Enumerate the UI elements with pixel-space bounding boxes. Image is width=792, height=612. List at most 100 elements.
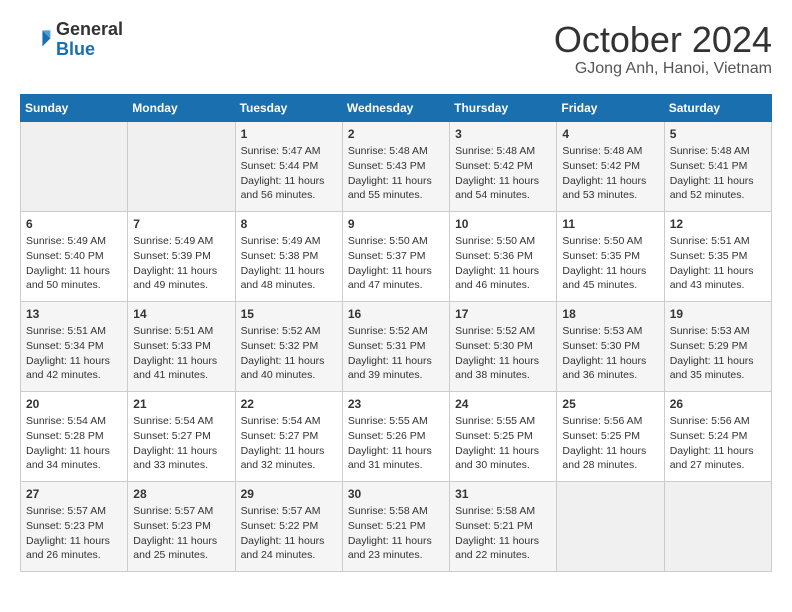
day-info: Sunrise: 5:52 AM Sunset: 5:30 PM Dayligh…: [455, 324, 551, 383]
day-number: 4: [562, 126, 658, 143]
day-info: Sunrise: 5:47 AM Sunset: 5:44 PM Dayligh…: [241, 144, 337, 203]
day-number: 28: [133, 486, 229, 503]
day-info: Sunrise: 5:57 AM Sunset: 5:23 PM Dayligh…: [133, 504, 229, 563]
day-number: 21: [133, 396, 229, 413]
day-number: 13: [26, 306, 122, 323]
day-info: Sunrise: 5:58 AM Sunset: 5:21 PM Dayligh…: [348, 504, 444, 563]
day-info: Sunrise: 5:52 AM Sunset: 5:32 PM Dayligh…: [241, 324, 337, 383]
day-info: Sunrise: 5:53 AM Sunset: 5:29 PM Dayligh…: [670, 324, 766, 383]
day-cell: 26Sunrise: 5:56 AM Sunset: 5:24 PM Dayli…: [664, 391, 771, 481]
day-info: Sunrise: 5:50 AM Sunset: 5:35 PM Dayligh…: [562, 234, 658, 293]
day-number: 1: [241, 126, 337, 143]
day-cell: 23Sunrise: 5:55 AM Sunset: 5:26 PM Dayli…: [342, 391, 449, 481]
day-number: 17: [455, 306, 551, 323]
day-info: Sunrise: 5:48 AM Sunset: 5:41 PM Dayligh…: [670, 144, 766, 203]
logo-line1: General: [56, 20, 123, 40]
day-info: Sunrise: 5:54 AM Sunset: 5:27 PM Dayligh…: [133, 414, 229, 473]
day-number: 23: [348, 396, 444, 413]
day-cell: 12Sunrise: 5:51 AM Sunset: 5:35 PM Dayli…: [664, 211, 771, 301]
day-info: Sunrise: 5:54 AM Sunset: 5:27 PM Dayligh…: [241, 414, 337, 473]
week-row-3: 20Sunrise: 5:54 AM Sunset: 5:28 PM Dayli…: [21, 391, 772, 481]
col-header-tuesday: Tuesday: [235, 94, 342, 121]
col-header-saturday: Saturday: [664, 94, 771, 121]
day-info: Sunrise: 5:55 AM Sunset: 5:25 PM Dayligh…: [455, 414, 551, 473]
day-cell: 4Sunrise: 5:48 AM Sunset: 5:42 PM Daylig…: [557, 121, 664, 211]
day-cell: 1Sunrise: 5:47 AM Sunset: 5:44 PM Daylig…: [235, 121, 342, 211]
day-info: Sunrise: 5:57 AM Sunset: 5:22 PM Dayligh…: [241, 504, 337, 563]
day-info: Sunrise: 5:50 AM Sunset: 5:36 PM Dayligh…: [455, 234, 551, 293]
day-number: 10: [455, 216, 551, 233]
day-number: 30: [348, 486, 444, 503]
logo-icon: [20, 24, 52, 56]
day-number: 26: [670, 396, 766, 413]
day-cell: 11Sunrise: 5:50 AM Sunset: 5:35 PM Dayli…: [557, 211, 664, 301]
day-cell: 31Sunrise: 5:58 AM Sunset: 5:21 PM Dayli…: [450, 481, 557, 571]
day-info: Sunrise: 5:53 AM Sunset: 5:30 PM Dayligh…: [562, 324, 658, 383]
day-cell: 18Sunrise: 5:53 AM Sunset: 5:30 PM Dayli…: [557, 301, 664, 391]
day-info: Sunrise: 5:49 AM Sunset: 5:38 PM Dayligh…: [241, 234, 337, 293]
day-cell: 30Sunrise: 5:58 AM Sunset: 5:21 PM Dayli…: [342, 481, 449, 571]
day-info: Sunrise: 5:57 AM Sunset: 5:23 PM Dayligh…: [26, 504, 122, 563]
day-cell: [664, 481, 771, 571]
day-cell: 3Sunrise: 5:48 AM Sunset: 5:42 PM Daylig…: [450, 121, 557, 211]
day-cell: [557, 481, 664, 571]
day-number: 19: [670, 306, 766, 323]
day-info: Sunrise: 5:49 AM Sunset: 5:39 PM Dayligh…: [133, 234, 229, 293]
day-cell: 14Sunrise: 5:51 AM Sunset: 5:33 PM Dayli…: [128, 301, 235, 391]
day-number: 31: [455, 486, 551, 503]
day-cell: 15Sunrise: 5:52 AM Sunset: 5:32 PM Dayli…: [235, 301, 342, 391]
day-number: 14: [133, 306, 229, 323]
day-cell: [128, 121, 235, 211]
day-number: 2: [348, 126, 444, 143]
day-info: Sunrise: 5:52 AM Sunset: 5:31 PM Dayligh…: [348, 324, 444, 383]
day-cell: 28Sunrise: 5:57 AM Sunset: 5:23 PM Dayli…: [128, 481, 235, 571]
logo: General Blue: [20, 20, 123, 60]
col-header-sunday: Sunday: [21, 94, 128, 121]
day-number: 6: [26, 216, 122, 233]
day-info: Sunrise: 5:48 AM Sunset: 5:43 PM Dayligh…: [348, 144, 444, 203]
day-number: 9: [348, 216, 444, 233]
day-info: Sunrise: 5:51 AM Sunset: 5:35 PM Dayligh…: [670, 234, 766, 293]
day-number: 25: [562, 396, 658, 413]
day-cell: 5Sunrise: 5:48 AM Sunset: 5:41 PM Daylig…: [664, 121, 771, 211]
week-row-4: 27Sunrise: 5:57 AM Sunset: 5:23 PM Dayli…: [21, 481, 772, 571]
week-row-0: 1Sunrise: 5:47 AM Sunset: 5:44 PM Daylig…: [21, 121, 772, 211]
day-number: 12: [670, 216, 766, 233]
day-cell: [21, 121, 128, 211]
day-cell: 19Sunrise: 5:53 AM Sunset: 5:29 PM Dayli…: [664, 301, 771, 391]
day-number: 29: [241, 486, 337, 503]
day-cell: 21Sunrise: 5:54 AM Sunset: 5:27 PM Dayli…: [128, 391, 235, 481]
day-cell: 16Sunrise: 5:52 AM Sunset: 5:31 PM Dayli…: [342, 301, 449, 391]
day-number: 18: [562, 306, 658, 323]
day-info: Sunrise: 5:51 AM Sunset: 5:34 PM Dayligh…: [26, 324, 122, 383]
day-cell: 27Sunrise: 5:57 AM Sunset: 5:23 PM Dayli…: [21, 481, 128, 571]
calendar-table: SundayMondayTuesdayWednesdayThursdayFrid…: [20, 94, 772, 572]
day-cell: 24Sunrise: 5:55 AM Sunset: 5:25 PM Dayli…: [450, 391, 557, 481]
page-header: General Blue October 2024 GJong Anh, Han…: [20, 20, 772, 78]
day-cell: 7Sunrise: 5:49 AM Sunset: 5:39 PM Daylig…: [128, 211, 235, 301]
day-info: Sunrise: 5:56 AM Sunset: 5:25 PM Dayligh…: [562, 414, 658, 473]
day-info: Sunrise: 5:50 AM Sunset: 5:37 PM Dayligh…: [348, 234, 444, 293]
day-number: 15: [241, 306, 337, 323]
month-title: October 2024: [554, 20, 772, 60]
col-header-thursday: Thursday: [450, 94, 557, 121]
title-block: October 2024 GJong Anh, Hanoi, Vietnam: [554, 20, 772, 78]
day-info: Sunrise: 5:58 AM Sunset: 5:21 PM Dayligh…: [455, 504, 551, 563]
header-row: SundayMondayTuesdayWednesdayThursdayFrid…: [21, 94, 772, 121]
logo-line2: Blue: [56, 40, 123, 60]
day-info: Sunrise: 5:55 AM Sunset: 5:26 PM Dayligh…: [348, 414, 444, 473]
col-header-friday: Friday: [557, 94, 664, 121]
day-cell: 13Sunrise: 5:51 AM Sunset: 5:34 PM Dayli…: [21, 301, 128, 391]
day-cell: 9Sunrise: 5:50 AM Sunset: 5:37 PM Daylig…: [342, 211, 449, 301]
day-number: 24: [455, 396, 551, 413]
day-cell: 10Sunrise: 5:50 AM Sunset: 5:36 PM Dayli…: [450, 211, 557, 301]
day-info: Sunrise: 5:49 AM Sunset: 5:40 PM Dayligh…: [26, 234, 122, 293]
day-number: 22: [241, 396, 337, 413]
day-number: 3: [455, 126, 551, 143]
day-info: Sunrise: 5:48 AM Sunset: 5:42 PM Dayligh…: [562, 144, 658, 203]
day-info: Sunrise: 5:51 AM Sunset: 5:33 PM Dayligh…: [133, 324, 229, 383]
week-row-1: 6Sunrise: 5:49 AM Sunset: 5:40 PM Daylig…: [21, 211, 772, 301]
day-number: 16: [348, 306, 444, 323]
logo-text: General Blue: [56, 20, 123, 60]
location: GJong Anh, Hanoi, Vietnam: [554, 60, 772, 78]
